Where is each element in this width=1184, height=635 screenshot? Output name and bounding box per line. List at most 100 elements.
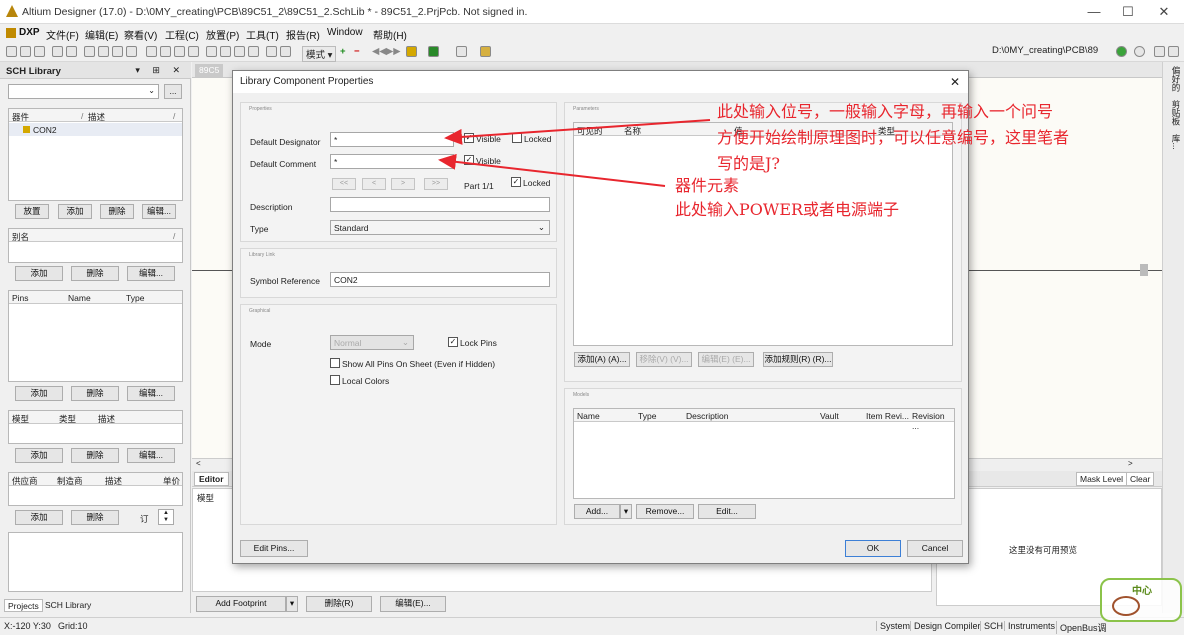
model-manager-icon[interactable] xyxy=(480,46,491,57)
menu-project[interactable]: 工程(C) xyxy=(165,27,199,42)
edit-alias-button[interactable]: 编辑... xyxy=(127,266,175,281)
list-item[interactable]: CON2 xyxy=(9,123,182,136)
path-field[interactable]: D:\0MY_creating\PCB\89 xyxy=(992,45,1106,59)
close-window-button[interactable]: ✕ xyxy=(1152,2,1176,22)
status-system[interactable]: System xyxy=(876,621,910,631)
supplier-list[interactable]: 供应商 制造商 描述 单价 xyxy=(8,472,183,506)
edit-model-button[interactable]: Edit... xyxy=(698,504,756,519)
print-icon[interactable] xyxy=(52,46,63,57)
delete-supplier-button[interactable]: 删除 xyxy=(71,510,119,525)
pins-list[interactable]: Pins Name Type xyxy=(8,290,183,382)
ok-button[interactable]: OK xyxy=(845,540,901,557)
add-supplier-button[interactable]: 添加 xyxy=(15,510,63,525)
move-icon[interactable] xyxy=(220,46,231,57)
menu-dxp[interactable]: DXP xyxy=(19,27,40,38)
undo-icon[interactable] xyxy=(266,46,277,57)
copy-icon[interactable] xyxy=(160,46,171,57)
edit-component-button[interactable]: 编辑... xyxy=(142,204,176,219)
panel-pin-close-icon[interactable]: ▾ ⊞ ✕ xyxy=(135,65,185,76)
alias-list[interactable]: 别名 / xyxy=(8,228,183,263)
zoom-area-icon[interactable] xyxy=(126,46,137,57)
ieee-symbols-icon[interactable] xyxy=(428,46,439,57)
menu-help[interactable]: 帮助(H) xyxy=(373,27,407,42)
minimize-button[interactable]: — xyxy=(1082,2,1106,22)
status-design-compiler[interactable]: Design Compiler xyxy=(910,621,981,631)
maximize-button[interactable]: ☐ xyxy=(1116,2,1140,22)
last-part-button[interactable]: >> xyxy=(424,178,448,190)
status-openbus[interactable]: OpenBus调 xyxy=(1056,621,1107,634)
part-locked-checkbox[interactable]: ✓ xyxy=(511,177,521,187)
lock-pins-checkbox[interactable]: ✓ xyxy=(448,337,458,347)
menu-reports[interactable]: 报告(R) xyxy=(286,27,320,42)
show-all-pins-checkbox[interactable] xyxy=(330,358,340,368)
add-footprint-dropdown[interactable]: ▾ xyxy=(286,596,298,612)
menu-edit[interactable]: 编辑(E) xyxy=(85,27,118,42)
folder-icon[interactable] xyxy=(98,46,109,57)
menu-view[interactable]: 察看(V) xyxy=(124,27,157,42)
comment-dropdown-chevron-icon[interactable]: ⌄ xyxy=(442,156,449,165)
menu-tools[interactable]: 工具(T) xyxy=(246,27,279,42)
mode-dropdown[interactable]: 模式 ▾ xyxy=(302,46,337,62)
browse-button[interactable]: ... xyxy=(164,84,182,99)
edit-pin-button[interactable]: 编辑... xyxy=(127,386,175,401)
default-comment-input[interactable]: * xyxy=(330,154,454,169)
delete-component-button[interactable]: 删除 xyxy=(100,204,134,219)
add-model-button[interactable]: 添加 xyxy=(15,448,63,463)
model-list[interactable]: 模型 类型 描述 xyxy=(8,410,183,444)
add-model-button[interactable]: Add... xyxy=(574,504,620,519)
clear-button[interactable]: Clear xyxy=(1126,472,1155,486)
add-part-icon[interactable]: + xyxy=(340,46,346,57)
delete-alias-button[interactable]: 删除 xyxy=(71,266,119,281)
menu-place[interactable]: 放置(P) xyxy=(206,27,239,42)
deselect-icon[interactable] xyxy=(248,46,259,57)
select-icon[interactable] xyxy=(234,46,245,57)
local-colors-checkbox[interactable] xyxy=(330,375,340,385)
add-component-button[interactable]: 添加 xyxy=(58,204,92,219)
menu-window[interactable]: Window xyxy=(327,27,363,38)
add-alias-button[interactable]: 添加 xyxy=(15,266,63,281)
new-document-icon[interactable] xyxy=(6,46,17,57)
clipboard-tab[interactable]: 剪贴板 xyxy=(1167,100,1181,126)
rubber-stamp-icon[interactable] xyxy=(188,46,199,57)
type-select[interactable]: Standard ⌄ xyxy=(330,220,550,235)
edit-pins-button[interactable]: Edit Pins... xyxy=(240,540,308,557)
libraries-tab[interactable]: 库... xyxy=(1167,134,1181,150)
tab-editor[interactable]: Editor xyxy=(194,472,229,486)
add-parameter-button[interactable]: 添加(A) (A)... xyxy=(574,352,630,367)
save-icon[interactable] xyxy=(34,46,45,57)
home-icon[interactable] xyxy=(1154,46,1165,57)
zoom-fit-icon[interactable] xyxy=(112,46,123,57)
edit-footprint-button[interactable]: 编辑(E)... xyxy=(380,596,446,612)
next-part-icon[interactable]: ▶▶ xyxy=(386,46,401,57)
grid-icon[interactable] xyxy=(456,46,467,57)
designator-visible-checkbox[interactable]: ✓ xyxy=(464,133,474,143)
status-instruments[interactable]: Instruments xyxy=(1004,621,1055,631)
mask-level-button[interactable]: Mask Level xyxy=(1076,472,1127,486)
redo-icon[interactable] xyxy=(280,46,291,57)
edit-model-button[interactable]: 编辑... xyxy=(127,448,175,463)
print-preview-icon[interactable] xyxy=(66,46,77,57)
cancel-button[interactable]: Cancel xyxy=(907,540,963,557)
first-part-button[interactable]: << xyxy=(332,178,356,190)
add-rule-button[interactable]: 添加规则(R) (R)... xyxy=(763,352,833,367)
add-model-dropdown[interactable]: ▾ xyxy=(620,504,632,519)
select-area-icon[interactable] xyxy=(206,46,217,57)
previous-part-button[interactable]: < xyxy=(362,178,386,190)
component-icon[interactable] xyxy=(84,46,95,57)
go-icon[interactable] xyxy=(1116,46,1127,57)
cut-icon[interactable] xyxy=(146,46,157,57)
scroll-left-icon[interactable]: < xyxy=(196,459,201,468)
paste-icon[interactable] xyxy=(174,46,185,57)
favorites-icon[interactable] xyxy=(1168,46,1179,57)
back-icon[interactable] xyxy=(1134,46,1145,57)
library-filter-combo[interactable]: ⌄ xyxy=(8,84,159,99)
scroll-thumb[interactable] xyxy=(1140,264,1148,276)
models-table[interactable]: Name Type Description Vault Item Revi...… xyxy=(573,408,955,499)
tab-sch-library[interactable]: SCH Library xyxy=(42,599,94,612)
tab-document[interactable]: 89C5 xyxy=(195,64,224,77)
add-footprint-button[interactable]: Add Footprint xyxy=(196,596,286,612)
comment-visible-checkbox[interactable]: ✓ xyxy=(464,155,474,165)
remove-part-icon[interactable]: − xyxy=(354,46,360,57)
dialog-close-icon[interactable]: ✕ xyxy=(950,75,960,89)
symbol-reference-input[interactable]: CON2 xyxy=(330,272,550,287)
